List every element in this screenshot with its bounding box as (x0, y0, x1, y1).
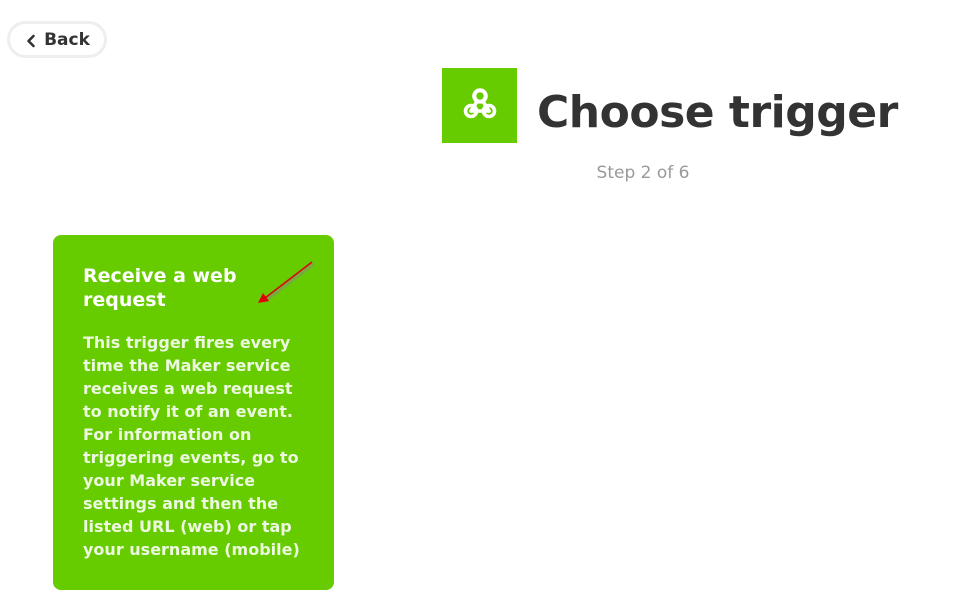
webhooks-icon (460, 84, 500, 128)
step-indicator: Step 2 of 6 (596, 163, 690, 183)
page-title: Choose trigger (537, 87, 898, 138)
chevron-left-icon (24, 33, 38, 47)
back-button[interactable]: Back (7, 21, 107, 58)
trigger-card-description: This trigger fires every time the Maker … (83, 333, 300, 559)
trigger-card-title: Receive a web request (83, 265, 237, 311)
service-logo (442, 68, 517, 143)
trigger-card-receive-web-request[interactable]: Receive a web request This trigger fires… (53, 235, 334, 590)
back-button-label: Back (44, 29, 90, 50)
